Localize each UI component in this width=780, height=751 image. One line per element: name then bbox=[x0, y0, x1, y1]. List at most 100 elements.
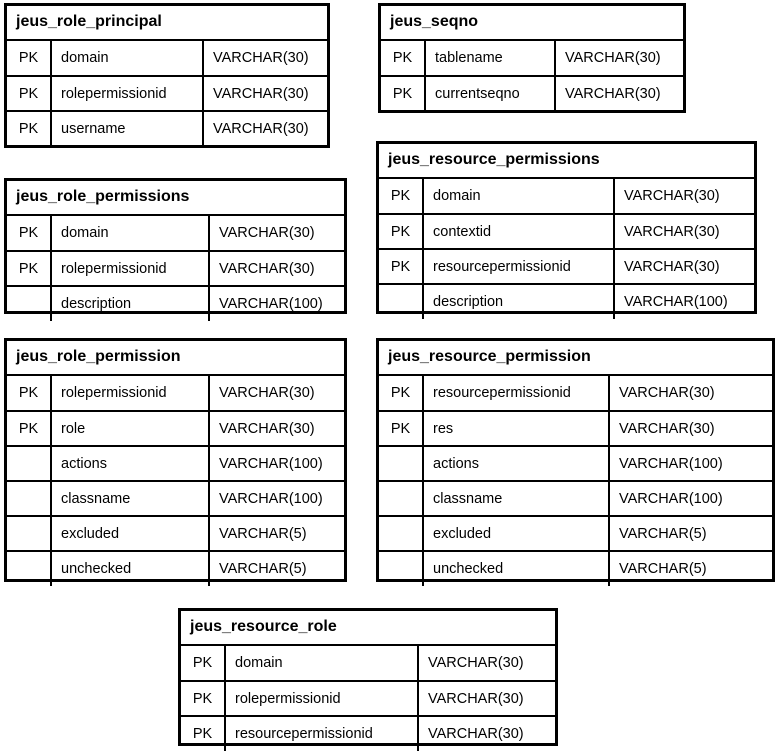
entity-jeus_role_permission[interactable]: jeus_role_permission PK rolepermissionid VA… bbox=[4, 338, 347, 586]
attribute-type: VARCHAR(30) bbox=[609, 410, 772, 446]
attribute-type: VARCHAR(100) bbox=[609, 445, 772, 481]
attribute-row[interactable]: PK currentseqno VARCHAR(30) bbox=[381, 75, 683, 111]
attribute-name: rolepermissionid bbox=[51, 376, 210, 411]
entity-title-jeus_seqno: jeus_seqno bbox=[381, 6, 683, 41]
attribute-name: domain bbox=[51, 216, 210, 251]
attribute-type: VARCHAR(5) bbox=[209, 515, 344, 551]
attribute-table-jeus_resource_permissions: PK domain VARCHAR(30) PK contextid VARCHAR(30… bbox=[379, 179, 754, 319]
primary-key-badge: PK bbox=[181, 646, 226, 681]
attribute-row[interactable]: PK role VARCHAR(30) bbox=[7, 410, 344, 446]
primary-key-badge: PK bbox=[7, 250, 52, 286]
key-cell-empty bbox=[379, 550, 424, 586]
attribute-row[interactable]: classname VARCHAR(100) bbox=[379, 480, 772, 516]
attribute-type: VARCHAR(100) bbox=[209, 480, 344, 516]
entity-jeus_role_principal[interactable]: jeus_role_principal PK domain VARCHAR(30) PK… bbox=[4, 3, 330, 148]
attribute-row[interactable]: PK rolepermissionid VARCHAR(30) bbox=[7, 75, 327, 111]
primary-key-badge: PK bbox=[181, 680, 226, 716]
attribute-type: VARCHAR(30) bbox=[209, 410, 344, 446]
attribute-name: username bbox=[51, 110, 204, 146]
attribute-type: VARCHAR(30) bbox=[219, 225, 315, 241]
attribute-name: domain bbox=[423, 179, 615, 214]
attribute-table-jeus_resource_role: PK domain VARCHAR(30) PK rolepermissionid VAR… bbox=[181, 646, 555, 751]
attribute-row[interactable]: PK domain VARCHAR(30) bbox=[379, 179, 754, 214]
key-cell-empty bbox=[7, 515, 52, 551]
entity-title-jeus_resource_permission: jeus_resource_permission bbox=[379, 341, 772, 376]
attribute-type: VARCHAR(30) bbox=[418, 715, 555, 751]
attribute-row[interactable]: PK username VARCHAR(30) bbox=[7, 110, 327, 146]
attribute-type: VARCHAR(30) bbox=[624, 188, 720, 204]
attribute-name: classname bbox=[51, 480, 210, 516]
attribute-row[interactable]: PK rolepermissionid VARCHAR(30) bbox=[7, 376, 344, 411]
primary-key-badge: PK bbox=[7, 410, 52, 446]
attribute-type: VARCHAR(30) bbox=[614, 213, 754, 249]
attribute-name: rolepermissionid bbox=[51, 250, 210, 286]
attribute-name: excluded bbox=[51, 515, 210, 551]
key-cell-empty bbox=[7, 550, 52, 586]
attribute-row[interactable]: PK resourcepermissionid VARCHAR(30) bbox=[379, 248, 754, 284]
primary-key-badge: PK bbox=[7, 216, 52, 251]
primary-key-badge: PK bbox=[381, 41, 426, 76]
attribute-name: role bbox=[51, 410, 210, 446]
attribute-row[interactable]: PK resourcepermissionid VARCHAR(30) bbox=[379, 376, 772, 411]
key-cell-empty bbox=[379, 515, 424, 551]
attribute-row[interactable]: excluded VARCHAR(5) bbox=[7, 515, 344, 551]
attribute-row[interactable]: PK resourcepermissionid VARCHAR(30) bbox=[181, 715, 555, 751]
attribute-row[interactable]: actions VARCHAR(100) bbox=[379, 445, 772, 481]
entity-title-jeus_role_permission: jeus_role_permission bbox=[7, 341, 344, 376]
attribute-row[interactable]: description VARCHAR(100) bbox=[379, 283, 754, 319]
attribute-row[interactable]: PK contextid VARCHAR(30) bbox=[379, 213, 754, 249]
attribute-name: domain bbox=[51, 41, 204, 76]
entity-jeus_resource_role[interactable]: jeus_resource_role PK domain VARCHAR(30) PK r… bbox=[178, 608, 558, 751]
entity-jeus_seqno[interactable]: jeus_seqno PK tablename VARCHAR(30) PK curren… bbox=[378, 3, 686, 113]
entity-jeus_role_permissions[interactable]: jeus_role_permissions PK domain VARCHAR(30)… bbox=[4, 178, 347, 321]
attribute-name: resourcepermissionid bbox=[423, 376, 610, 411]
attribute-name: resourcepermissionid bbox=[225, 715, 419, 751]
attribute-type: VARCHAR(30) bbox=[209, 250, 344, 286]
attribute-type: VARCHAR(30) bbox=[213, 50, 309, 66]
attribute-name: domain bbox=[225, 646, 419, 681]
attribute-row[interactable]: excluded VARCHAR(5) bbox=[379, 515, 772, 551]
attribute-name: res bbox=[423, 410, 610, 446]
attribute-row[interactable]: PK domain VARCHAR(30) bbox=[7, 216, 344, 251]
attribute-name: actions bbox=[51, 445, 210, 481]
attribute-type: VARCHAR(5) bbox=[609, 515, 772, 551]
attribute-type: VARCHAR(100) bbox=[614, 283, 754, 319]
attribute-row[interactable]: PK res VARCHAR(30) bbox=[379, 410, 772, 446]
attribute-type: VARCHAR(30) bbox=[565, 50, 661, 66]
attribute-row[interactable]: unchecked VARCHAR(5) bbox=[379, 550, 772, 586]
attribute-type: VARCHAR(30) bbox=[203, 110, 327, 146]
attribute-row[interactable]: description VARCHAR(100) bbox=[7, 285, 344, 321]
attribute-name: unchecked bbox=[423, 550, 610, 586]
entity-title-jeus_role_permissions: jeus_role_permissions bbox=[7, 181, 344, 216]
attribute-row[interactable]: unchecked VARCHAR(5) bbox=[7, 550, 344, 586]
entity-title-jeus_role_principal: jeus_role_principal bbox=[7, 6, 327, 41]
attribute-type: VARCHAR(5) bbox=[609, 550, 772, 586]
primary-key-badge: PK bbox=[379, 179, 424, 214]
attribute-row[interactable]: classname VARCHAR(100) bbox=[7, 480, 344, 516]
key-cell-empty bbox=[7, 480, 52, 516]
key-cell-empty bbox=[379, 283, 424, 319]
key-cell-empty bbox=[7, 285, 52, 321]
attribute-row[interactable]: PK rolepermissionid VARCHAR(30) bbox=[181, 680, 555, 716]
attribute-table-jeus_role_permission: PK rolepermissionid VARCHAR(30) PK role VARCH… bbox=[7, 376, 344, 586]
attribute-row[interactable]: PK domain VARCHAR(30) bbox=[7, 41, 327, 76]
attribute-name: classname bbox=[423, 480, 610, 516]
primary-key-badge: PK bbox=[379, 248, 424, 284]
entity-jeus_resource_permissions[interactable]: jeus_resource_permissions PK domain VARCHAR… bbox=[376, 141, 757, 319]
attribute-table-jeus_resource_permission: PK resourcepermissionid VARCHAR(30) PK res VA… bbox=[379, 376, 772, 586]
attribute-name: tablename bbox=[425, 41, 556, 76]
primary-key-badge: PK bbox=[379, 376, 424, 411]
attribute-row[interactable]: actions VARCHAR(100) bbox=[7, 445, 344, 481]
attribute-name: rolepermissionid bbox=[225, 680, 419, 716]
attribute-row[interactable]: PK tablename VARCHAR(30) bbox=[381, 41, 683, 76]
attribute-type: VARCHAR(30) bbox=[614, 248, 754, 284]
primary-key-badge: PK bbox=[7, 41, 52, 76]
primary-key-badge: PK bbox=[379, 213, 424, 249]
attribute-table-jeus_role_permissions: PK domain VARCHAR(30) PK rolepermissionid VAR… bbox=[7, 216, 344, 321]
entity-jeus_resource_permission[interactable]: jeus_resource_permission PK resourcepermis… bbox=[376, 338, 775, 586]
primary-key-badge: PK bbox=[7, 376, 52, 411]
attribute-row[interactable]: PK rolepermissionid VARCHAR(30) bbox=[7, 250, 344, 286]
attribute-row[interactable]: PK domain VARCHAR(30) bbox=[181, 646, 555, 681]
entity-title-jeus_resource_role: jeus_resource_role bbox=[181, 611, 555, 646]
er-diagram-canvas: jeus_role_principal PK domain VARCHAR(30) PK… bbox=[0, 0, 780, 751]
